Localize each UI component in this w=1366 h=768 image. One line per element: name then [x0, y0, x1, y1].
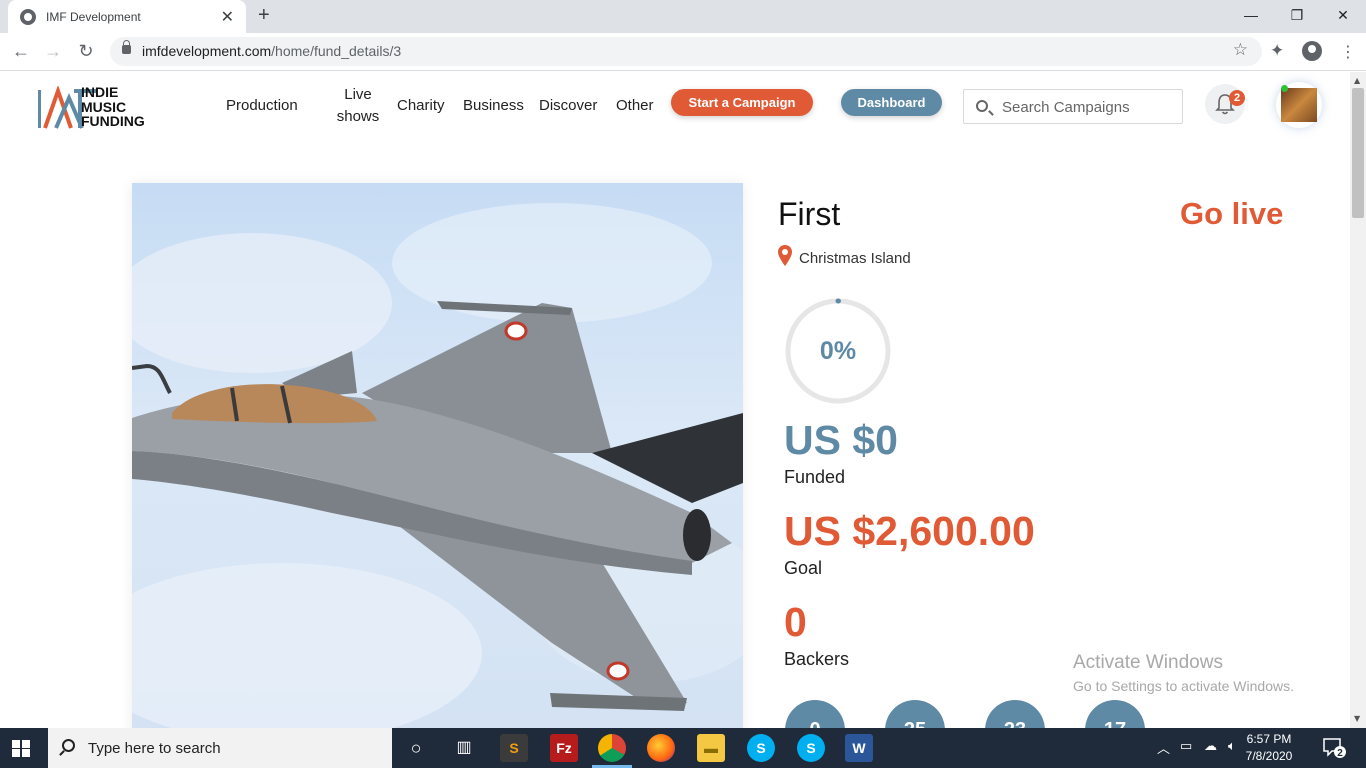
filezilla-icon[interactable]: Fz — [550, 734, 578, 762]
browser-tab-strip: IMF Development ✕ + — ❐ ✕ — [0, 0, 1366, 33]
countdown-minutes: 23 — [985, 700, 1045, 728]
nav-charity[interactable]: Charity — [397, 97, 445, 114]
nav-other[interactable]: Other — [616, 97, 654, 114]
start-campaign-button[interactable]: Start a Campaign — [671, 89, 813, 116]
battery-icon[interactable]: ▭ — [1180, 738, 1192, 754]
campaign-location: Christmas Island — [799, 250, 911, 267]
user-avatar[interactable] — [1276, 82, 1322, 128]
skype-icon[interactable]: S — [747, 734, 775, 762]
chrome-icon[interactable] — [598, 734, 626, 762]
sublime-text-icon[interactable]: S — [500, 734, 528, 762]
omnibox[interactable]: imfdevelopment.com/home/fund_details/3 ☆ — [110, 37, 1262, 66]
forward-icon[interactable]: → — [42, 41, 64, 62]
cortana-icon[interactable]: ○ — [402, 734, 430, 762]
bookmark-star-icon[interactable]: ☆ — [1233, 40, 1248, 60]
clock-time: 6:57 PM — [1246, 732, 1292, 746]
browser-tab[interactable]: IMF Development ✕ — [8, 0, 246, 33]
online-status-dot — [1281, 85, 1288, 92]
notifications-button[interactable]: 2 — [1205, 84, 1245, 124]
nav-discover[interactable]: Discover — [539, 97, 597, 114]
dashboard-button[interactable]: Dashboard — [841, 89, 942, 116]
notification-badge: 2 — [1229, 90, 1245, 106]
campaign-image — [132, 183, 743, 728]
location-pin-icon — [778, 245, 792, 266]
activate-windows-watermark: Activate Windows Go to Settings to activ… — [1073, 652, 1294, 694]
action-center-count: 2 — [1337, 748, 1343, 759]
countdown-days: 0 — [785, 700, 845, 728]
search-box — [963, 89, 1183, 124]
action-center-icon[interactable]: 2 — [1322, 737, 1346, 759]
address-bar: ← → ↻ imfdevelopment.com/home/fund_detai… — [0, 33, 1366, 71]
nav-production[interactable]: Production — [226, 97, 298, 114]
task-view-icon[interactable]: ▥ — [450, 734, 478, 762]
funded-amount: US $0 — [784, 417, 898, 463]
progress-percent: 0% — [819, 337, 857, 365]
windows-start-icon[interactable] — [12, 740, 30, 757]
reload-icon[interactable]: ↻ — [75, 41, 97, 62]
taskbar-clock[interactable]: 6:57 PM 7/8/2020 — [1238, 731, 1300, 765]
jet-illustration — [132, 203, 743, 728]
word-icon[interactable]: W — [845, 734, 873, 762]
taskbar-search-icon — [62, 739, 75, 752]
tab-title: IMF Development — [46, 9, 141, 24]
back-icon[interactable]: ← — [10, 41, 32, 62]
window-close-icon[interactable]: ✕ — [1320, 0, 1366, 30]
url-domain: imfdevelopment.com — [142, 43, 272, 59]
browser-profile-icon[interactable] — [1302, 41, 1322, 61]
nav-business[interactable]: Business — [463, 97, 524, 114]
restore-icon[interactable]: ❐ — [1274, 0, 1320, 30]
scroll-up-icon[interactable]: ▲ — [1354, 76, 1360, 85]
backers-label: Backers — [784, 649, 850, 669]
nav-live-shows[interactable]: Live shows — [334, 84, 382, 128]
windows-taskbar: Type here to search ○ ▥ S Fz ▬ S S W ︿ ▭… — [0, 728, 1366, 768]
extensions-puzzle-icon[interactable]: ✦ — [1270, 41, 1284, 61]
taskbar-search-placeholder: Type here to search — [88, 740, 221, 757]
watermark-line-1: Activate Windows — [1073, 652, 1223, 673]
globe-icon — [20, 8, 36, 25]
search-icon — [976, 100, 988, 112]
page-scrollbar[interactable]: ▲ ▼ — [1350, 72, 1366, 728]
new-tab-icon[interactable]: + — [258, 4, 270, 27]
page-content: INDIE MUSIC FUNDING Production Live show… — [0, 72, 1350, 728]
goal-amount: US $2,600.00 — [784, 508, 1035, 554]
countdown-seconds: 17 — [1085, 700, 1145, 728]
url-path: /home/fund_details/3 — [271, 43, 402, 59]
funded-label: Funded — [784, 467, 846, 487]
taskbar-search[interactable]: Type here to search — [48, 728, 392, 768]
backers-count: 0 — [784, 599, 807, 645]
clock-date: 7/8/2020 — [1245, 749, 1293, 763]
scroll-down-icon[interactable]: ▼ — [1354, 714, 1360, 723]
watermark-line-2: Go to Settings to activate Windows. — [1073, 678, 1294, 694]
browser-menu-icon[interactable]: ⋮ — [1340, 42, 1356, 61]
go-live-button[interactable]: Go live — [1180, 196, 1283, 232]
campaign-title: First — [778, 196, 841, 232]
avatar-image — [1281, 88, 1317, 122]
logo-text: INDIE MUSIC FUNDING — [81, 84, 145, 129]
countdown-hours: 25 — [885, 700, 945, 728]
file-explorer-icon[interactable]: ▬ — [697, 734, 725, 762]
volume-icon[interactable]: 🔈︎ — [1228, 738, 1236, 754]
scrollbar-thumb[interactable] — [1352, 88, 1364, 218]
lock-icon — [122, 40, 131, 54]
firefox-icon[interactable] — [647, 734, 675, 762]
tab-close-icon[interactable]: ✕ — [221, 7, 234, 27]
goal-label: Goal — [784, 558, 823, 578]
minimize-icon[interactable]: — — [1228, 0, 1274, 30]
tray-chevron-icon[interactable]: ︿ — [1157, 738, 1170, 757]
onedrive-icon[interactable]: ☁ — [1204, 738, 1217, 754]
skype-business-icon[interactable]: S — [797, 734, 825, 762]
url-text: imfdevelopment.com/home/fund_details/3 — [142, 43, 401, 59]
search-input[interactable] — [1002, 96, 1172, 118]
